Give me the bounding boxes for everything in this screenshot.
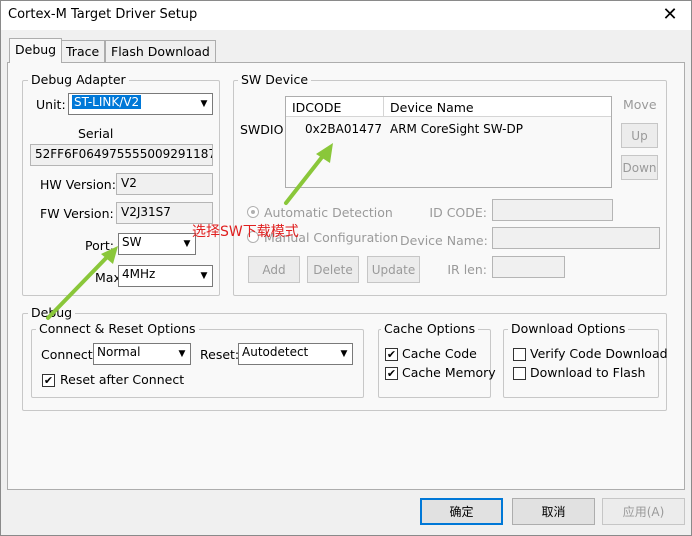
verify-code-download-checkbox[interactable] bbox=[513, 348, 526, 361]
cache-code-checkbox[interactable]: ✔ bbox=[385, 348, 398, 361]
ok-button[interactable]: 确定 bbox=[420, 498, 503, 525]
id-code-label: ID CODE: bbox=[429, 205, 487, 220]
delete-button[interactable]: Delete bbox=[307, 256, 359, 283]
ir-len-label: IR len: bbox=[447, 262, 487, 277]
checkmark-icon: ✔ bbox=[386, 367, 397, 380]
connect-reset-title: Connect & Reset Options bbox=[36, 321, 199, 336]
tab-flash-download[interactable]: Flash Download bbox=[105, 40, 216, 62]
download-to-flash-label: Download to Flash bbox=[530, 365, 646, 380]
max-clock-select[interactable]: 4MHz ▼ bbox=[118, 265, 213, 287]
annotation-text: 选择SW下载模式 bbox=[192, 224, 299, 240]
ir-len-field[interactable] bbox=[492, 256, 565, 278]
title-bar: Cortex-M Target Driver Setup ✕ bbox=[0, 0, 692, 30]
column-divider bbox=[383, 97, 384, 117]
download-options-group bbox=[503, 329, 659, 398]
column-idcode[interactable]: IDCODE bbox=[292, 100, 341, 115]
connect-value: Normal bbox=[97, 345, 141, 359]
reset-after-connect-label: Reset after Connect bbox=[60, 372, 185, 387]
table-row[interactable]: 0x2BA01477 ARM CoreSight SW-DP bbox=[286, 117, 611, 137]
download-to-flash-checkbox[interactable] bbox=[513, 367, 526, 380]
download-options-title: Download Options bbox=[508, 321, 629, 336]
reset-select[interactable]: Autodetect ▼ bbox=[238, 343, 353, 365]
cache-memory-label: Cache Memory bbox=[402, 365, 496, 380]
row-idcode: 0x2BA01477 bbox=[305, 122, 382, 136]
port-select[interactable]: SW ▼ bbox=[118, 233, 196, 255]
tab-trace[interactable]: Trace bbox=[60, 40, 106, 62]
unit-select[interactable]: ST-LINK/V2 ▼ bbox=[68, 93, 213, 115]
device-name-field[interactable] bbox=[492, 227, 660, 249]
chevron-down-icon: ▼ bbox=[178, 349, 186, 359]
apply-button[interactable]: 应用(A) bbox=[602, 498, 685, 525]
unit-label: Unit: bbox=[36, 97, 66, 112]
window-title: Cortex-M Target Driver Setup bbox=[8, 7, 198, 22]
hw-version-label: HW Version: bbox=[40, 177, 116, 192]
max-clock-value: 4MHz bbox=[122, 267, 156, 281]
cancel-button[interactable]: 取消 bbox=[512, 498, 595, 525]
unit-value: ST-LINK/V2 bbox=[72, 95, 142, 109]
cache-memory-checkbox[interactable]: ✔ bbox=[385, 367, 398, 380]
column-device-name[interactable]: Device Name bbox=[390, 100, 474, 115]
port-label: Port: bbox=[85, 238, 114, 253]
cache-code-label: Cache Code bbox=[402, 346, 477, 361]
chevron-down-icon: ▼ bbox=[340, 349, 348, 359]
device-list[interactable]: IDCODE Device Name 0x2BA01477 ARM CoreSi… bbox=[285, 96, 612, 188]
fw-version-label: FW Version: bbox=[40, 206, 114, 221]
verify-code-download-label: Verify Code Download bbox=[530, 346, 668, 361]
chevron-down-icon: ▼ bbox=[200, 99, 208, 109]
move-down-button[interactable]: Down bbox=[621, 155, 658, 180]
serial-label: Serial bbox=[78, 126, 114, 141]
chevron-down-icon: ▼ bbox=[200, 271, 208, 281]
automatic-detection-radio[interactable] bbox=[247, 206, 259, 218]
close-icon[interactable]: ✕ bbox=[658, 4, 682, 26]
move-label: Move bbox=[623, 97, 657, 112]
serial-field: 52FF6F064975555009291187 bbox=[30, 144, 213, 166]
automatic-detection-label: Automatic Detection bbox=[264, 205, 393, 220]
reset-value: Autodetect bbox=[242, 345, 309, 359]
cache-options-title: Cache Options bbox=[381, 321, 479, 336]
hw-version-field: V2 bbox=[116, 173, 213, 195]
row-device-name: ARM CoreSight SW-DP bbox=[390, 122, 523, 136]
move-up-button[interactable]: Up bbox=[621, 123, 658, 148]
debug-title: Debug bbox=[28, 305, 76, 320]
cache-options-group bbox=[378, 329, 491, 398]
reset-after-connect-checkbox[interactable]: ✔ bbox=[42, 374, 55, 387]
id-code-field[interactable] bbox=[492, 199, 613, 221]
tab-debug[interactable]: Debug bbox=[9, 38, 63, 63]
reset-label: Reset: bbox=[200, 347, 240, 362]
port-value: SW bbox=[122, 235, 142, 249]
update-button[interactable]: Update bbox=[367, 256, 420, 283]
connect-label: Connect: bbox=[41, 347, 97, 362]
add-button[interactable]: Add bbox=[248, 256, 300, 283]
debug-adapter-title: Debug Adapter bbox=[28, 72, 129, 87]
device-name-label: Device Name: bbox=[400, 233, 488, 248]
checkmark-icon: ✔ bbox=[386, 348, 397, 361]
sw-device-title: SW Device bbox=[238, 72, 312, 87]
max-clock-label: Max bbox=[95, 270, 121, 285]
connect-select[interactable]: Normal ▼ bbox=[93, 343, 191, 365]
swdio-label: SWDIO bbox=[240, 122, 284, 137]
checkmark-icon: ✔ bbox=[43, 374, 54, 387]
